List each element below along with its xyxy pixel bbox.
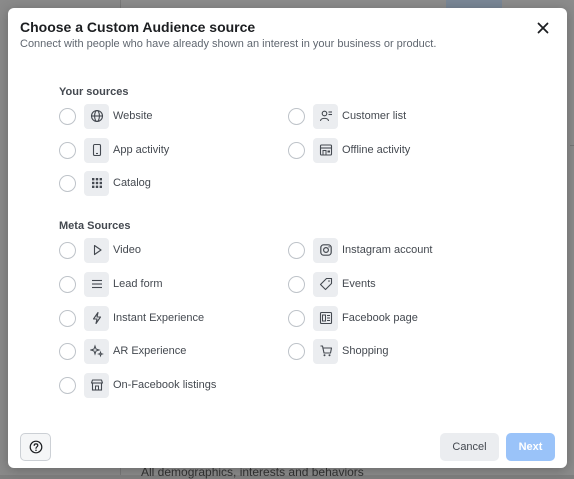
play-icon [84, 237, 109, 263]
option-offline-activity[interactable]: Offline activity [288, 137, 410, 163]
radio-on-facebook-listings[interactable] [59, 376, 76, 394]
option-label: Catalog [113, 177, 151, 189]
close-button[interactable] [535, 20, 551, 36]
radio-facebook-page[interactable] [288, 309, 305, 327]
option-label: AR Experience [113, 345, 187, 357]
radio-ar-experience[interactable] [59, 342, 76, 360]
storefront-icon [84, 372, 109, 398]
help-button[interactable] [20, 433, 51, 461]
radio-instant-experience[interactable] [59, 309, 76, 327]
instagram-icon [313, 237, 338, 263]
ticket-icon [313, 271, 338, 297]
offline-store-icon [313, 137, 338, 163]
option-label: App activity [113, 144, 170, 156]
close-icon [537, 22, 549, 34]
grid-icon [84, 170, 109, 196]
option-label: Video [113, 244, 141, 256]
option-label: Instant Experience [113, 312, 205, 324]
option-label: Instagram account [342, 244, 433, 256]
radio-customer-list[interactable] [288, 107, 305, 125]
option-on-facebook-listings[interactable]: On-Facebook listings [59, 372, 216, 398]
option-shopping[interactable]: Shopping [288, 338, 389, 364]
radio-website[interactable] [59, 107, 76, 125]
shopping-cart-icon [313, 338, 338, 364]
dialog-title: Choose a Custom Audience source [20, 19, 256, 35]
your-sources-heading: Your sources [59, 86, 129, 98]
option-label: Shopping [342, 345, 389, 357]
custom-audience-source-dialog: Choose a Custom Audience source Connect … [8, 8, 567, 468]
option-label: Website [113, 110, 153, 122]
option-events[interactable]: Events [288, 271, 376, 297]
background-divider [570, 145, 574, 146]
radio-video[interactable] [59, 241, 76, 259]
option-catalog[interactable]: Catalog [59, 170, 151, 196]
option-video[interactable]: Video [59, 237, 141, 263]
option-instagram-account[interactable]: Instagram account [288, 237, 433, 263]
list-lines-icon [84, 271, 109, 297]
option-label: Customer list [342, 110, 407, 122]
next-button[interactable]: Next [506, 433, 555, 461]
radio-offline-activity[interactable] [288, 141, 305, 159]
option-label: Offline activity [342, 144, 411, 156]
question-circle-icon [29, 440, 42, 454]
option-app-activity[interactable]: App activity [59, 137, 169, 163]
radio-shopping[interactable] [288, 342, 305, 360]
globe-icon [84, 103, 109, 129]
option-instant-experience[interactable]: Instant Experience [59, 305, 204, 331]
option-website[interactable]: Website [59, 103, 153, 129]
cancel-button[interactable]: Cancel [440, 433, 499, 461]
radio-lead-form[interactable] [59, 275, 76, 293]
option-label: Facebook page [342, 312, 418, 324]
radio-app-activity[interactable] [59, 141, 76, 159]
option-label: Lead form [113, 278, 163, 290]
option-ar-experience[interactable]: AR Experience [59, 338, 186, 364]
dialog-subtitle: Connect with people who have already sho… [20, 38, 437, 50]
meta-sources-heading: Meta Sources [59, 220, 131, 232]
sparkle-icon [84, 338, 109, 364]
option-label: On-Facebook listings [113, 379, 217, 391]
customer-list-icon [313, 103, 338, 129]
facebook-page-icon [313, 305, 338, 331]
radio-events[interactable] [288, 275, 305, 293]
radio-catalog[interactable] [59, 174, 76, 192]
option-label: Events [342, 278, 376, 290]
option-customer-list[interactable]: Customer list [288, 103, 406, 129]
radio-instagram-account[interactable] [288, 241, 305, 259]
option-facebook-page[interactable]: Facebook page [288, 305, 418, 331]
option-lead-form[interactable]: Lead form [59, 271, 163, 297]
mobile-phone-icon [84, 137, 109, 163]
lightning-icon [84, 305, 109, 331]
